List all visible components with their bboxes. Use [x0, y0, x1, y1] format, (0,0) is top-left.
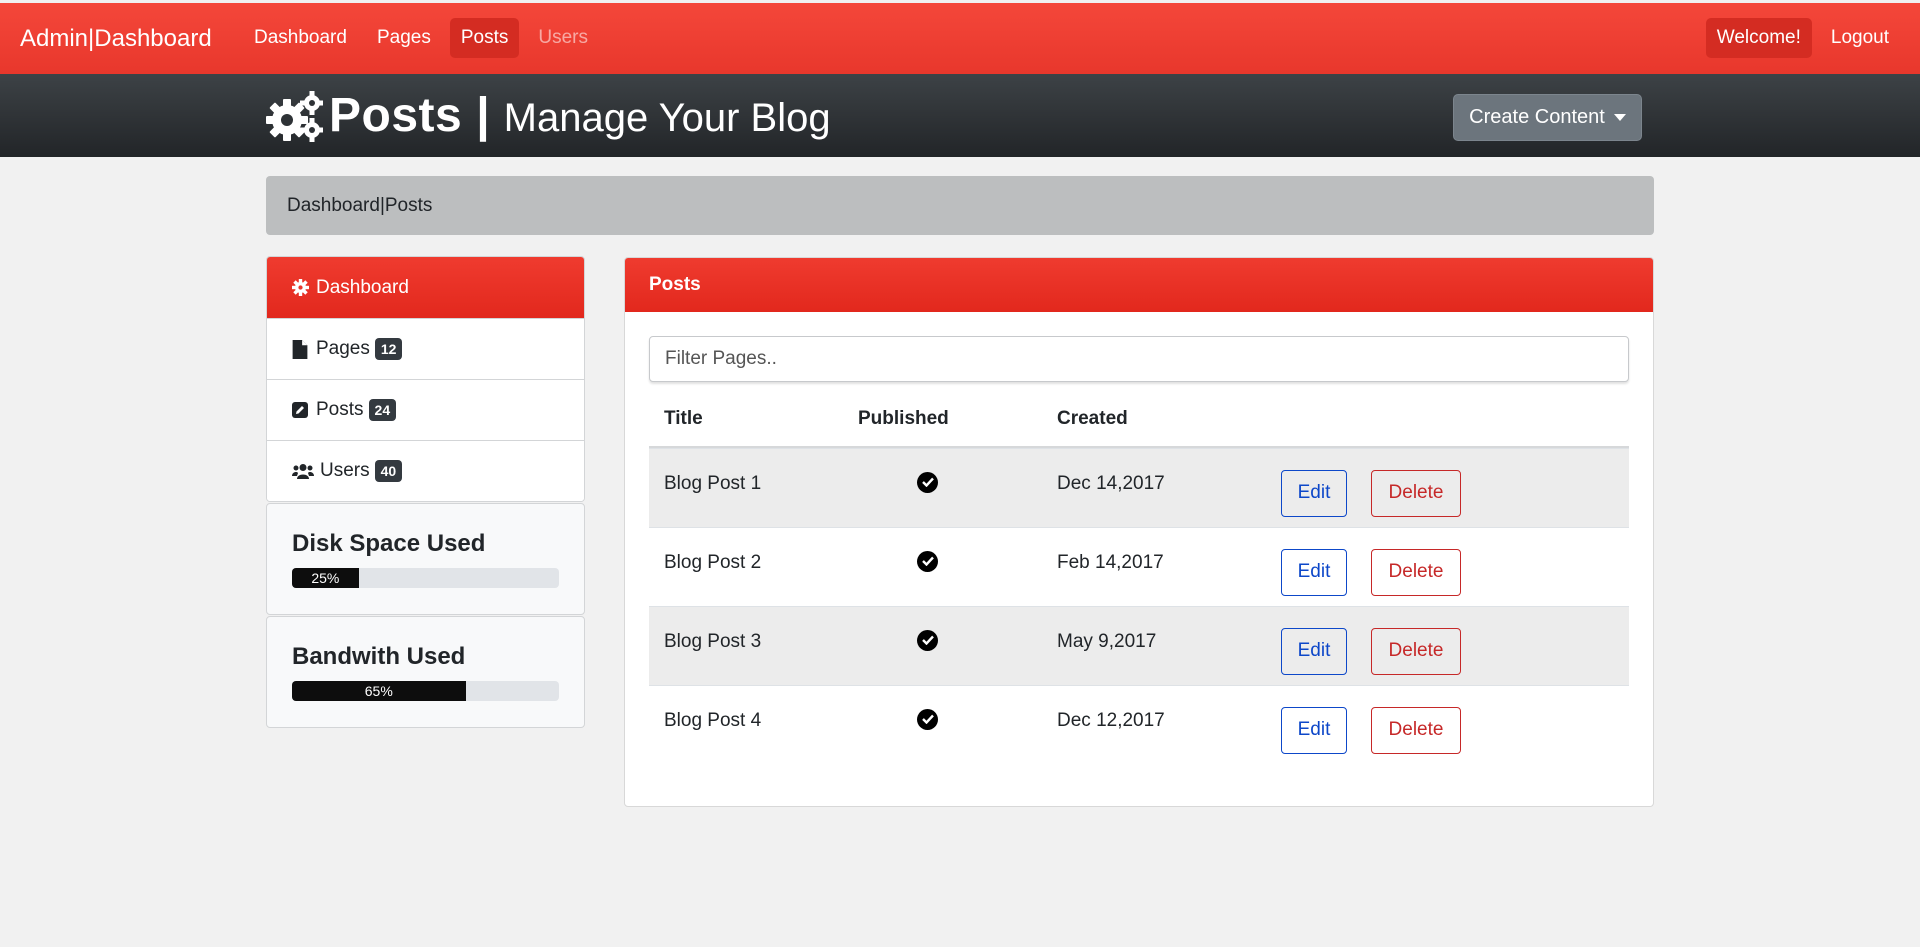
title-main: Posts [329, 89, 463, 142]
column-header-created[interactable]: Created [1057, 408, 1281, 430]
post-title-cell: Blog Post 1 [664, 473, 762, 494]
page-title: Posts | Manage Your Blog [265, 74, 831, 157]
edit-button[interactable]: Edit [1281, 706, 1347, 754]
published-cell [858, 708, 1057, 730]
table-row: Blog Post 2 Feb 14,2017 Edit Delete [649, 527, 1629, 606]
actions-cell: Edit Delete [1281, 539, 1461, 596]
page-header: Posts | Manage Your Blog Create Content [0, 74, 1920, 157]
sidebar-item-label: Pages [316, 338, 370, 359]
sidebar-item-users[interactable]: Users 40 [267, 440, 584, 501]
post-title-cell: Blog Post 2 [664, 552, 762, 573]
top-navbar: Admin|Dashboard Dashboard Pages Posts Us… [0, 3, 1920, 74]
brand-logo[interactable]: Admin|Dashboard [20, 3, 212, 74]
sidebar-item-label: Posts [316, 399, 364, 420]
disk-space-card: Disk Space Used 25% [266, 503, 585, 615]
nav-link-pages[interactable]: Pages [366, 18, 442, 58]
logout-link[interactable]: Logout [1820, 18, 1900, 58]
edit-button[interactable]: Edit [1281, 548, 1347, 596]
delete-button[interactable]: Delete [1371, 706, 1461, 754]
check-circle-icon [917, 708, 938, 730]
posts-panel: Posts Title Published Created Blog Post … [624, 257, 1654, 807]
title-subtitle: Manage Your Blog [503, 96, 831, 140]
welcome-link[interactable]: Welcome! [1705, 18, 1812, 58]
pages-count-badge: 12 [374, 338, 403, 360]
nav-link-posts[interactable]: Posts [449, 18, 520, 58]
users-icon [292, 463, 316, 479]
column-header-published[interactable]: Published [858, 408, 1057, 430]
created-cell: Dec 12,2017 [1057, 710, 1165, 731]
panel-heading: Posts [625, 258, 1653, 312]
posts-count-badge: 24 [368, 399, 397, 421]
disk-space-progress: 25% [292, 568, 559, 588]
disk-space-progress-bar: 25% [292, 568, 359, 588]
published-cell [858, 471, 1057, 493]
title-separator: | [476, 89, 490, 142]
users-count-badge: 40 [374, 460, 403, 482]
posts-table: Title Published Created Blog Post 1 Dec 1… [649, 392, 1629, 764]
create-content-button[interactable]: Create Content [1453, 94, 1642, 141]
nav-link-dashboard[interactable]: Dashboard [243, 18, 358, 58]
bandwidth-card: Bandwith Used 65% [266, 616, 585, 728]
edit-button[interactable]: Edit [1281, 469, 1347, 517]
created-cell: Feb 14,2017 [1057, 552, 1164, 573]
caret-down-icon [1613, 114, 1626, 121]
bandwidth-title: Bandwith Used [292, 643, 466, 670]
actions-cell: Edit Delete [1281, 460, 1461, 517]
delete-button[interactable]: Delete [1371, 548, 1461, 596]
nav-right: Welcome! Logout [1698, 18, 1900, 58]
sidebar-item-posts[interactable]: Posts 24 [267, 379, 584, 440]
nav-links: Dashboard Pages Posts Users [243, 18, 607, 58]
actions-cell: Edit Delete [1281, 697, 1461, 754]
gear-icon [292, 279, 312, 296]
check-circle-icon [917, 471, 938, 493]
check-circle-icon [917, 550, 938, 572]
table-header: Title Published Created [649, 392, 1629, 448]
table-row: Blog Post 3 May 9,2017 Edit Delete [649, 606, 1629, 685]
created-cell: May 9,2017 [1057, 631, 1157, 652]
table-row: Blog Post 1 Dec 14,2017 Edit Delete [649, 448, 1629, 527]
disk-space-title: Disk Space Used [292, 530, 486, 557]
sidebar-item-pages[interactable]: Pages 12 [267, 318, 584, 379]
sidebar-menu: Dashboard Pages 12 Posts 24 Users 40 [266, 256, 585, 502]
sidebar-item-label: Users [320, 460, 370, 481]
pencil-square-icon [292, 402, 312, 418]
post-title-cell: Blog Post 4 [664, 710, 762, 731]
sidebar-item-label: Dashboard [316, 276, 409, 298]
bandwidth-progress: 65% [292, 681, 559, 701]
table-body: Blog Post 1 Dec 14,2017 Edit Delete Blog Pos… [649, 448, 1629, 764]
created-cell: Dec 14,2017 [1057, 473, 1165, 494]
filter-input[interactable] [649, 336, 1629, 382]
create-content-label: Create Content [1469, 106, 1605, 128]
nav-link-users[interactable]: Users [527, 18, 599, 58]
delete-button[interactable]: Delete [1371, 469, 1461, 517]
sidebar: Dashboard Pages 12 Posts 24 Users 40 Dis… [266, 256, 585, 728]
breadcrumb: Dashboard|Posts [266, 176, 1654, 235]
published-cell [858, 550, 1057, 572]
gears-icon [265, 90, 323, 142]
published-cell [858, 629, 1057, 651]
bandwidth-progress-bar: 65% [292, 681, 466, 701]
file-icon [292, 339, 312, 359]
edit-button[interactable]: Edit [1281, 627, 1347, 675]
post-title-cell: Blog Post 3 [664, 631, 762, 652]
delete-button[interactable]: Delete [1371, 627, 1461, 675]
check-circle-icon [917, 629, 938, 651]
table-row: Blog Post 4 Dec 12,2017 Edit Delete [649, 685, 1629, 764]
actions-cell: Edit Delete [1281, 618, 1461, 675]
column-header-title[interactable]: Title [649, 408, 858, 430]
sidebar-item-dashboard[interactable]: Dashboard [267, 257, 584, 318]
